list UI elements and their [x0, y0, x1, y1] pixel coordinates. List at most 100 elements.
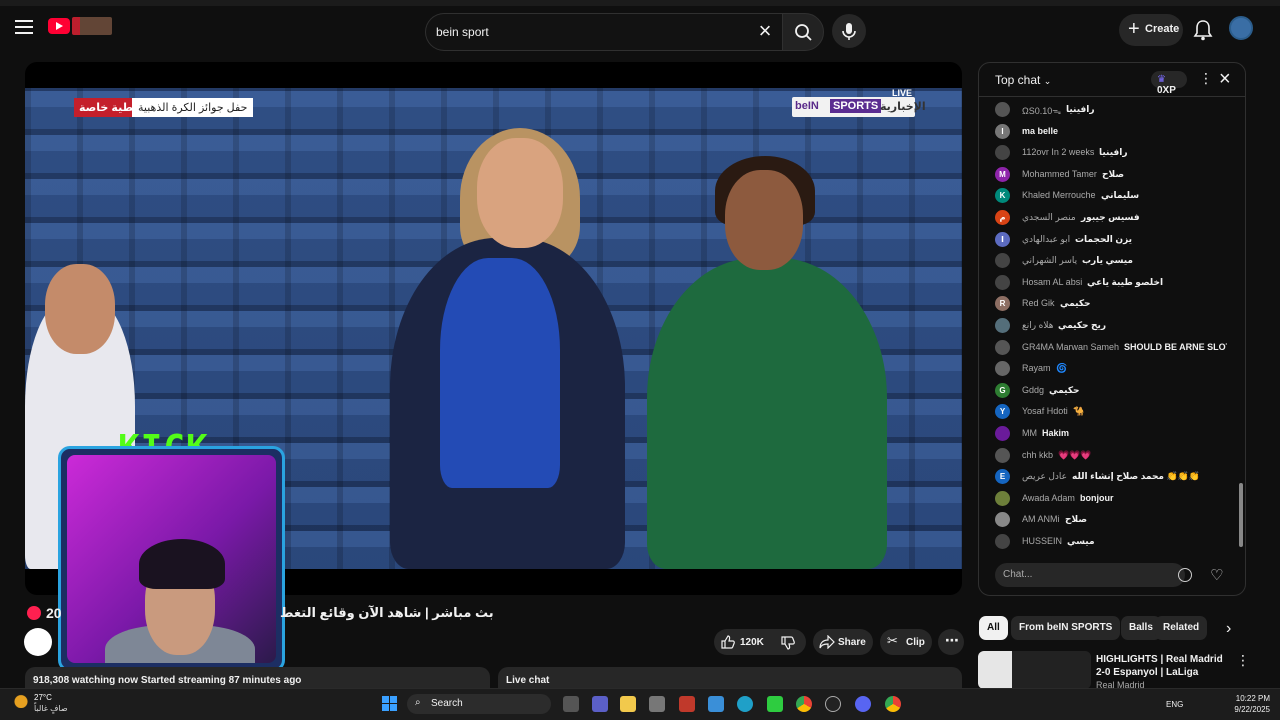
chat-avatar[interactable] — [995, 512, 1010, 528]
chat-message[interactable]: ياسر الشهراني ميسي يارب — [995, 250, 1227, 270]
chat-scrollbar-thumb[interactable] — [1239, 483, 1243, 547]
recommendation-thumbnail[interactable] — [978, 651, 1091, 689]
chat-author[interactable]: Yosaf Hdoti — [1022, 406, 1068, 416]
chip-related[interactable]: Related — [1155, 616, 1208, 640]
chat-avatar[interactable]: م — [995, 210, 1010, 225]
chat-avatar[interactable] — [995, 361, 1010, 377]
chat-author[interactable]: Hosam AL absi — [1022, 277, 1082, 287]
teams-icon[interactable] — [592, 696, 608, 712]
recommendation-more-icon[interactable]: ⋮ — [1236, 652, 1250, 669]
chat-message-list[interactable]: ΩS0.10ᯓ رافينيا Ima belle 112ovr In 2 weeks… — [979, 99, 1237, 555]
chat-message[interactable]: Rayam 🌀 — [995, 358, 1227, 378]
chat-avatar[interactable] — [995, 102, 1010, 117]
chat-author[interactable]: ΩS0.10ᯓ — [1022, 104, 1061, 117]
clear-search-icon[interactable]: × — [754, 20, 776, 43]
edge-icon[interactable] — [737, 696, 753, 712]
kick-app-icon[interactable] — [767, 696, 783, 712]
chat-avatar[interactable]: I — [995, 123, 1010, 139]
chat-author[interactable]: AM ANMi — [1022, 514, 1060, 524]
clip-button[interactable]: ✂ Clip — [880, 629, 932, 655]
chat-avatar[interactable] — [995, 447, 1010, 463]
chat-author[interactable]: ياسر الشهراني — [1022, 255, 1077, 266]
chat-author[interactable]: Rayam — [1022, 363, 1051, 373]
media-app-icon[interactable] — [563, 696, 579, 712]
search-input[interactable]: bein sport — [436, 25, 489, 39]
chat-input[interactable]: Chat... — [995, 563, 1185, 587]
chat-avatar[interactable] — [995, 253, 1010, 269]
chat-author[interactable]: Red Gik — [1022, 298, 1055, 308]
chat-author[interactable]: عادل عريص — [1022, 471, 1067, 482]
xp-badge[interactable]: ♛ 0XP — [1151, 71, 1187, 96]
chat-author[interactable]: chh kkb — [1022, 450, 1053, 460]
close-chat-icon[interactable]: × — [1219, 68, 1231, 91]
top-chat-dropdown[interactable]: Top chat ⌄ — [995, 73, 1051, 87]
chat-message[interactable]: Ima belle — [995, 121, 1227, 141]
chat-message[interactable]: AM ANMi صلاح — [995, 509, 1227, 529]
chip-all[interactable]: All — [979, 616, 1008, 640]
recommendation-title[interactable]: HIGHLIGHTS | Real Madrid 2-0 Espanyol | … — [1096, 653, 1226, 679]
chat-author[interactable]: Khaled Merrouche — [1022, 190, 1096, 200]
notifications-bell-icon[interactable] — [1193, 19, 1213, 41]
emoji-icon[interactable] — [1178, 568, 1192, 582]
more-actions-button[interactable]: ⋯ — [938, 629, 964, 655]
system-clock[interactable]: 10:22 PM 9/22/2025 — [1232, 693, 1270, 715]
chat-author[interactable]: منصر السجدي — [1022, 212, 1076, 223]
share-button[interactable]: Share — [813, 629, 873, 655]
channel-avatar[interactable] — [24, 628, 52, 656]
chat-message[interactable]: R Red Gik حكيمي — [995, 293, 1227, 313]
youtube-logo-icon[interactable] — [48, 18, 70, 34]
chat-author[interactable]: 112ovr In 2 weeks — [1022, 147, 1094, 157]
discord-icon[interactable] — [855, 696, 871, 712]
heart-icon[interactable]: ♡ — [1210, 566, 1223, 584]
chat-author[interactable]: HUSSEIN — [1022, 536, 1062, 546]
chat-avatar[interactable]: E — [995, 469, 1010, 485]
chat-message[interactable]: هلاه رانع ريح حكيمي — [995, 315, 1227, 335]
store-icon[interactable] — [649, 696, 665, 712]
chat-avatar[interactable] — [995, 490, 1010, 506]
phone-link-icon[interactable] — [708, 696, 724, 712]
chat-avatar[interactable] — [995, 274, 1010, 290]
chat-avatar[interactable] — [995, 145, 1010, 161]
chat-avatar[interactable]: G — [995, 382, 1010, 398]
chrome-icon[interactable] — [796, 696, 812, 712]
chat-avatar[interactable]: R — [995, 296, 1010, 312]
chat-more-icon[interactable]: ⋮ — [1199, 70, 1213, 87]
file-explorer-icon[interactable] — [620, 696, 636, 712]
search-button[interactable] — [782, 13, 824, 51]
language-indicator[interactable]: ENG — [1166, 700, 1183, 709]
chat-author[interactable]: هلاه رانع — [1022, 320, 1053, 331]
chevron-right-icon[interactable]: › — [1226, 620, 1231, 638]
chat-author[interactable]: Gddg — [1022, 385, 1044, 395]
thumbs-down-icon[interactable] — [780, 635, 796, 651]
chat-message[interactable]: K Khaled Merrouche سليماني — [995, 185, 1227, 205]
chat-message[interactable]: MM Hakim — [995, 423, 1227, 443]
search-box[interactable]: bein sport × — [425, 13, 782, 51]
chat-message[interactable]: ΩS0.10ᯓ رافينيا — [995, 99, 1227, 119]
chat-message[interactable]: G Gddg حكيمي — [995, 380, 1227, 400]
chrome-active-icon[interactable] — [885, 696, 901, 712]
chat-author[interactable]: GR4MA Marwan Sameh — [1022, 342, 1119, 352]
chat-message[interactable]: 112ovr In 2 weeks رافينيا — [995, 142, 1227, 162]
chat-message[interactable]: HUSSEIN ميسي — [995, 531, 1227, 551]
menu-icon[interactable] — [15, 20, 33, 34]
chat-message[interactable]: م منصر السجدي فسيس جيبور — [995, 207, 1227, 227]
play-icon[interactable] — [825, 696, 841, 712]
voice-search-button[interactable] — [832, 14, 866, 48]
chat-author[interactable]: Awada Adam — [1022, 493, 1075, 503]
chip-from-bein[interactable]: From beIN SPORTS — [1011, 616, 1121, 640]
chat-avatar[interactable] — [995, 426, 1010, 441]
taskbar-search[interactable]: ⌕ Search — [407, 694, 551, 714]
chat-message[interactable]: E عادل عريص محمد صلاح إنشاء الله 👏👏👏 — [995, 466, 1227, 486]
chat-avatar[interactable]: K — [995, 188, 1010, 204]
chat-author[interactable]: Mohammed Tamer — [1022, 169, 1097, 179]
chat-message[interactable]: Hosam AL absi اخلصو طيبة ياعي — [995, 272, 1227, 292]
chat-avatar[interactable]: Y — [995, 404, 1010, 420]
account-avatar[interactable] — [1229, 16, 1253, 40]
app-icon[interactable] — [679, 696, 695, 712]
chat-avatar[interactable] — [995, 318, 1010, 333]
chat-avatar[interactable]: ا — [995, 231, 1010, 247]
chat-message[interactable]: M Mohammed Tamer صلاح — [995, 164, 1227, 184]
chat-avatar[interactable]: M — [995, 166, 1010, 182]
weather-icon[interactable] — [13, 692, 33, 708]
chat-message[interactable]: Awada Adam bonjour — [995, 488, 1227, 508]
